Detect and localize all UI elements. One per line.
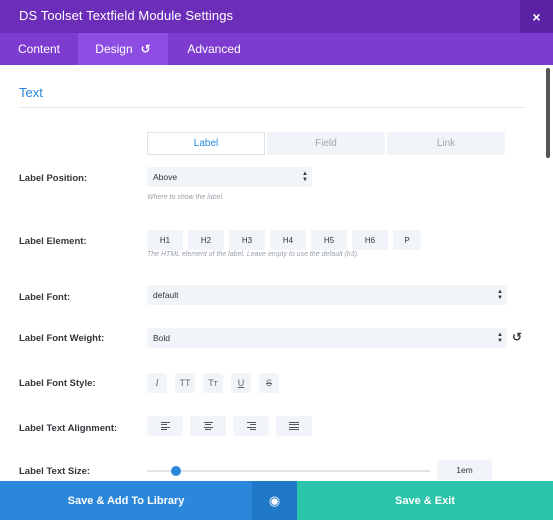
alignment-buttons xyxy=(147,416,319,436)
align-center-icon xyxy=(203,421,213,431)
underline-icon: U xyxy=(237,378,245,388)
tab-design[interactable]: Design ↺ xyxy=(78,33,168,65)
label-element-label: Label Element: xyxy=(19,236,87,247)
section-divider xyxy=(19,107,526,108)
label-position-value: Above xyxy=(153,172,178,182)
uppercase-button[interactable]: TT xyxy=(175,373,195,393)
align-left-button[interactable] xyxy=(147,416,183,436)
label-font-weight-select[interactable]: Bold ▲ ▼ xyxy=(147,328,507,348)
tab-advanced-label: Advanced xyxy=(187,42,241,56)
subtab-link[interactable]: Link xyxy=(387,132,505,155)
close-button[interactable]: × xyxy=(520,0,553,33)
modal-footer: Save & Add To Library ◉ Save & Exit xyxy=(0,481,553,520)
select-arrows-icon: ▲ ▼ xyxy=(497,332,503,344)
modal-header: DS Toolset Textfield Module Settings × xyxy=(0,0,553,33)
font-style-buttons: I TT Tт U S xyxy=(147,373,287,393)
element-h6-button[interactable]: H6 xyxy=(352,230,388,250)
element-h2-button[interactable]: H2 xyxy=(188,230,224,250)
label-font-weight-label: Label Font Weight: xyxy=(19,333,105,344)
subtab-field[interactable]: Field xyxy=(267,132,385,155)
element-h1-button[interactable]: H1 xyxy=(147,230,183,250)
subtab-bar: Label Field Link xyxy=(147,132,507,156)
modal-title: DS Toolset Textfield Module Settings xyxy=(19,8,234,23)
section-title[interactable]: Text xyxy=(19,85,43,100)
capitalize-icon: Tт xyxy=(208,378,218,388)
eye-icon: ◉ xyxy=(268,492,281,508)
tab-advanced[interactable]: Advanced xyxy=(168,33,260,65)
label-font-weight-value: Bold xyxy=(153,333,171,343)
text-size-slider-handle[interactable] xyxy=(171,466,181,476)
element-p-button[interactable]: P xyxy=(393,230,421,250)
save-exit-button[interactable]: Save & Exit xyxy=(297,481,553,520)
align-justify-button[interactable] xyxy=(276,416,312,436)
align-justify-icon xyxy=(289,421,299,431)
label-position-label: Label Position: xyxy=(19,173,88,184)
element-h5-button[interactable]: H5 xyxy=(311,230,347,250)
label-font-select[interactable]: default ▲ ▼ xyxy=(147,285,507,305)
tab-bar: Content Design ↺ Advanced xyxy=(0,33,553,65)
element-h4-button[interactable]: H4 xyxy=(270,230,306,250)
align-left-icon xyxy=(160,421,170,431)
label-text-size-label: Label Text Size: xyxy=(19,466,91,477)
reset-icon[interactable]: ↺ xyxy=(512,330,522,344)
text-size-slider-track[interactable] xyxy=(147,470,430,472)
scrollbar[interactable] xyxy=(546,68,550,158)
label-position-select[interactable]: Above ▲ ▼ xyxy=(147,167,312,187)
settings-body: Text Label Field Link Label Position: Ab… xyxy=(0,65,553,481)
subtab-label[interactable]: Label xyxy=(147,132,265,155)
label-font-value: default xyxy=(153,290,179,300)
tab-design-label: Design xyxy=(95,42,133,56)
select-arrows-icon: ▲ ▼ xyxy=(497,289,503,301)
save-to-library-button[interactable]: Save & Add To Library xyxy=(0,481,252,520)
align-right-icon xyxy=(246,421,256,431)
select-arrows-icon: ▲ ▼ xyxy=(302,171,308,183)
align-center-button[interactable] xyxy=(190,416,226,436)
label-element-description: The HTML element of the label. Leave emp… xyxy=(147,251,359,258)
underline-button[interactable]: U xyxy=(231,373,251,393)
label-text-alignment-label: Label Text Alignment: xyxy=(19,423,118,434)
tab-content[interactable]: Content xyxy=(0,33,78,65)
label-font-style-label: Label Font Style: xyxy=(19,378,96,389)
element-h3-button[interactable]: H3 xyxy=(229,230,265,250)
label-position-description: Where to show the label. xyxy=(147,194,225,201)
label-element-buttons: H1 H2 H3 H4 H5 H6 P xyxy=(147,230,426,250)
italic-icon: I xyxy=(155,378,159,388)
uppercase-icon: TT xyxy=(179,378,191,388)
strikethrough-button[interactable]: S xyxy=(259,373,279,393)
label-font-label: Label Font: xyxy=(19,292,71,303)
capitalize-button[interactable]: Tт xyxy=(203,373,223,393)
text-size-input[interactable]: 1em xyxy=(437,460,492,480)
reset-icon[interactable]: ↺ xyxy=(141,42,151,56)
italic-button[interactable]: I xyxy=(147,373,167,393)
settings-modal: DS Toolset Textfield Module Settings × C… xyxy=(0,0,553,520)
strikethrough-icon: S xyxy=(265,378,272,388)
preview-button[interactable]: ◉ xyxy=(252,481,297,520)
tab-content-label: Content xyxy=(17,42,61,56)
align-right-button[interactable] xyxy=(233,416,269,436)
